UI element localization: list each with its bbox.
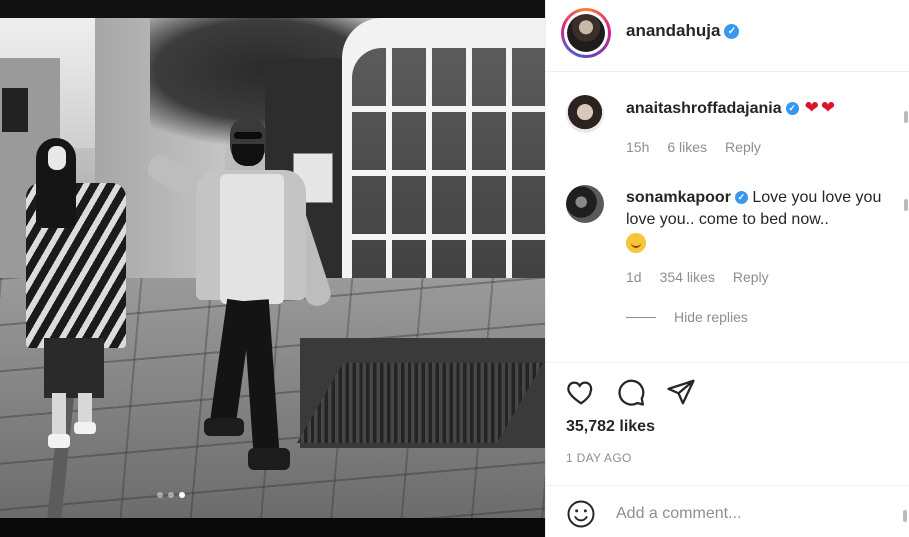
carousel-dot-active[interactable] [179, 492, 185, 498]
author-avatar[interactable] [561, 8, 611, 58]
commenter-username[interactable]: sonamkapoor [626, 189, 731, 206]
reply-button[interactable]: Reply [725, 139, 761, 155]
photo-bottom-bar [0, 518, 545, 537]
hugging-face-emoji [626, 233, 646, 253]
comment-time[interactable]: 1d [626, 269, 642, 285]
reply-button[interactable]: Reply [733, 269, 769, 285]
commenter-avatar[interactable] [566, 95, 604, 133]
carousel-indicator [157, 492, 185, 498]
verified-badge-icon: ✓ [724, 24, 740, 40]
carousel-dot[interactable] [168, 492, 174, 498]
like-count[interactable]: 35,782 likes [566, 418, 655, 436]
post-actions [566, 377, 696, 407]
share-icon[interactable] [666, 377, 696, 407]
hide-replies-toggle[interactable]: Hide replies [626, 309, 748, 325]
woman-figure [22, 138, 142, 458]
post-timestamp[interactable]: 1 DAY AGO [566, 451, 632, 465]
verified-badge-icon: ✓ [785, 102, 799, 116]
instagram-post-view: anandahuja ✓ anaitashroffadajania ✓ ❤❤ 15h … [0, 0, 909, 537]
verified-badge-icon: ✓ [734, 191, 748, 205]
heart-icon[interactable] [566, 377, 596, 407]
add-comment-input[interactable]: Add a comment... [616, 505, 741, 523]
comment-icon[interactable] [616, 377, 646, 407]
photo-scene [0, 18, 545, 518]
man-figure [140, 118, 350, 498]
author-username[interactable]: anandahuja ✓ [626, 21, 740, 41]
photo-top-bar [0, 0, 545, 18]
commenter-username[interactable]: anaitashroffadajania [626, 100, 782, 117]
comment-time[interactable]: 15h [626, 139, 649, 155]
red-heart-emoji: ❤❤ [804, 98, 838, 117]
comment-likes[interactable]: 354 likes [660, 269, 715, 285]
post-photo[interactable] [0, 0, 545, 537]
post-header: anandahuja ✓ [546, 0, 909, 72]
comments-list: anaitashroffadajania ✓ ❤❤ 15h 6 likes Repl… [546, 73, 909, 363]
comment-like-heart-icon[interactable] [904, 199, 908, 211]
comment-like-heart-icon[interactable] [904, 111, 908, 123]
post-button[interactable] [903, 510, 907, 522]
post-side-panel: anandahuja ✓ anaitashroffadajania ✓ ❤❤ 15h … [545, 0, 909, 537]
comment-likes[interactable]: 6 likes [667, 139, 707, 155]
add-comment-bar: Add a comment... [566, 496, 906, 532]
emoji-icon[interactable] [566, 499, 596, 529]
commenter-avatar[interactable] [566, 185, 604, 223]
carousel-dot[interactable] [157, 492, 163, 498]
